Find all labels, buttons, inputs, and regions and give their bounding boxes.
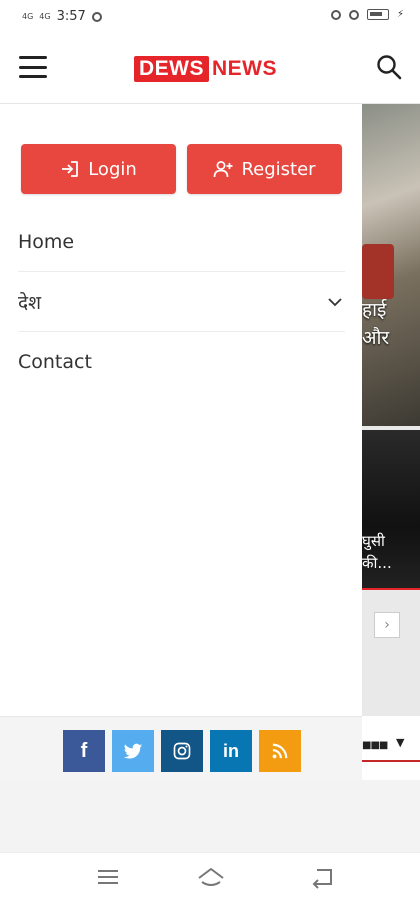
- sync-icon: [91, 11, 102, 22]
- site-logo[interactable]: DEWS NEWS: [134, 56, 277, 82]
- background-feed: हाई और घुसी की... › ■■■ ▼: [362, 104, 420, 780]
- alarm-icon: [330, 9, 341, 20]
- register-label: Register: [241, 158, 316, 180]
- linkedin-icon[interactable]: in: [210, 730, 252, 772]
- add-user-icon: [214, 161, 233, 178]
- status-bar: 4G 4G 3:57 ⚡: [0, 0, 420, 34]
- menu-item-home[interactable]: Home: [18, 212, 345, 272]
- battery-icon: [366, 9, 389, 20]
- back-icon[interactable]: [309, 865, 335, 889]
- navigation-drawer: Login Register Home देश Contact f in: [0, 104, 362, 780]
- network-indicator-1: 4G: [22, 12, 34, 21]
- charging-icon: ⚡: [396, 9, 404, 20]
- menu-icon[interactable]: [19, 56, 47, 78]
- status-time: 3:57: [56, 9, 86, 24]
- app-header: DEWS NEWS: [0, 34, 420, 104]
- menu-item-contact[interactable]: Contact: [18, 332, 345, 392]
- system-nav-bar: [0, 852, 420, 900]
- register-button[interactable]: Register: [187, 144, 342, 194]
- phone-screen: 4G 4G 3:57 ⚡ DEWS NEWS हाई और घुसी की...…: [0, 0, 420, 900]
- login-icon: [62, 161, 79, 177]
- menu-item-desh[interactable]: देश: [18, 272, 345, 332]
- drawer-menu: Home देश Contact: [18, 212, 345, 392]
- caret-down-icon[interactable]: ▼: [396, 736, 404, 749]
- menu-item-label: Contact: [18, 351, 92, 373]
- recent-apps-icon[interactable]: [95, 865, 121, 889]
- carousel-next-icon[interactable]: ›: [374, 612, 400, 638]
- auth-buttons: Login Register: [21, 144, 342, 194]
- rss-icon[interactable]: [259, 730, 301, 772]
- login-button[interactable]: Login: [21, 144, 176, 194]
- logo-boxed-text: DEWS: [134, 56, 209, 82]
- status-right: ⚡: [330, 9, 404, 20]
- network-indicator-2: 4G: [39, 12, 51, 21]
- twitter-icon[interactable]: [112, 730, 154, 772]
- search-icon[interactable]: [376, 54, 402, 80]
- status-left: 4G 4G 3:57: [22, 9, 102, 24]
- background-tab-bar: ■■■ ▼: [362, 716, 420, 780]
- mute-icon: [348, 9, 359, 20]
- background-news-image[interactable]: हाई और: [362, 104, 420, 426]
- background-caption-1: हाई और: [362, 299, 390, 349]
- social-links: f in: [0, 716, 362, 780]
- login-label: Login: [88, 158, 137, 180]
- logo-plain-text: NEWS: [212, 57, 277, 80]
- facebook-icon[interactable]: f: [63, 730, 105, 772]
- instagram-icon[interactable]: [161, 730, 203, 772]
- background-news-image-2[interactable]: घुसी की...: [362, 430, 420, 590]
- background-caption-2: घुसी की...: [362, 532, 392, 572]
- home-icon[interactable]: [197, 865, 225, 889]
- menu-item-label: देश: [18, 291, 42, 314]
- chevron-down-icon[interactable]: [327, 294, 343, 310]
- menu-item-label: Home: [18, 230, 75, 253]
